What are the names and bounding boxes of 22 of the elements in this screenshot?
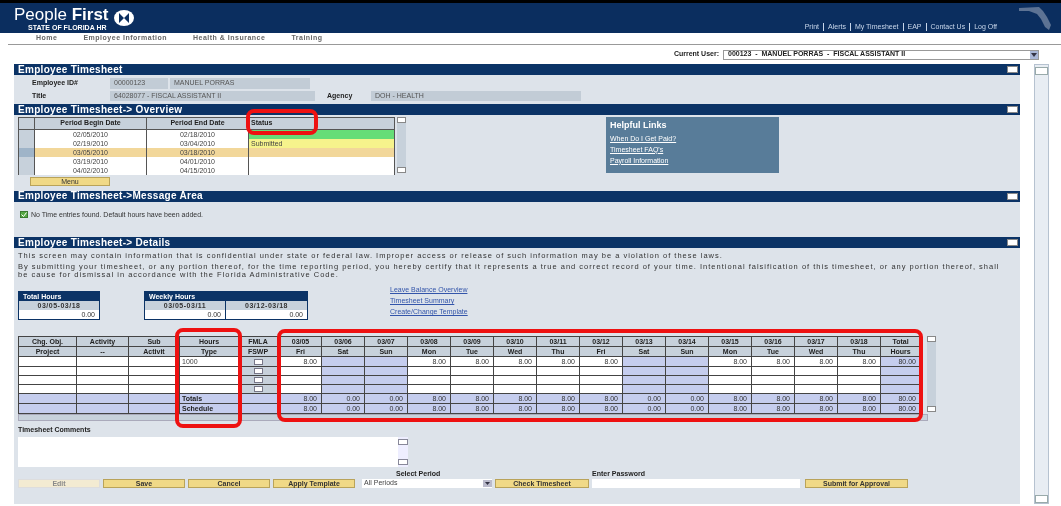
checkbox[interactable] xyxy=(253,377,263,383)
comments-field[interactable] xyxy=(18,436,408,467)
horizontal-scrollbar[interactable] xyxy=(18,414,928,421)
logo-icon xyxy=(112,9,135,27)
collapse-icon[interactable] xyxy=(1007,192,1018,200)
section-header: Employee Timesheet-> Overview xyxy=(14,104,1020,115)
checkmark-icon xyxy=(20,211,28,219)
highlight-ring xyxy=(246,109,318,135)
checkbox[interactable] xyxy=(253,358,263,365)
scrollbar[interactable] xyxy=(397,117,406,173)
scrollbar[interactable] xyxy=(1034,64,1049,504)
checkbox[interactable] xyxy=(253,368,263,374)
dropdown-arrow-icon xyxy=(1030,50,1038,59)
dropdown-arrow-icon xyxy=(483,480,492,487)
section-header: Employee Timesheet->Message Area xyxy=(14,190,1020,202)
section-header: Employee Timesheet xyxy=(14,64,1020,75)
checkbox[interactable] xyxy=(253,386,263,392)
scrollbar[interactable] xyxy=(927,336,936,412)
password-field[interactable] xyxy=(592,479,800,488)
section-header: Employee Timesheet-> Details xyxy=(14,237,1020,248)
panel-title: Helpful Links xyxy=(610,119,668,132)
logo-text: People First xyxy=(14,5,109,24)
